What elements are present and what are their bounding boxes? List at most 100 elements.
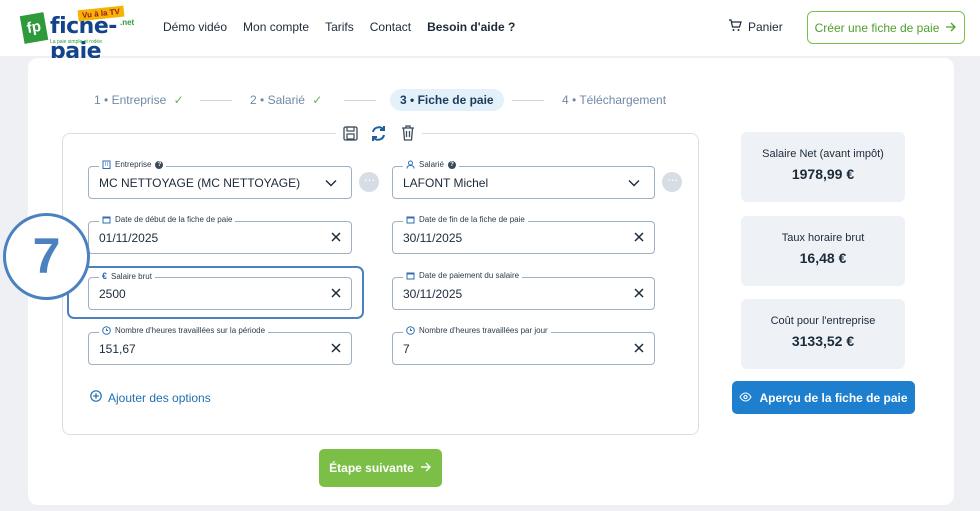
date-debut-label: Date de début de la fiche de paie — [115, 215, 233, 224]
eye-icon — [739, 391, 753, 405]
heures-periode-label: Nombre d'heures travaillées sur la pério… — [115, 326, 266, 335]
create-payslip-button[interactable]: Créer une fiche de paie — [807, 11, 965, 44]
preview-payslip-label: Aperçu de la fiche de paie — [759, 390, 908, 405]
user-icon — [406, 160, 415, 169]
salaire-brut-highlight — [67, 266, 364, 319]
clear-icon[interactable] — [329, 341, 343, 355]
summary-card-net: Salaire Net (avant impôt) 1978,99 € — [741, 132, 905, 202]
plus-circle-icon — [90, 390, 102, 405]
step-annotation-badge: 7 — [3, 213, 90, 300]
date-paiement-label: Date de paiement du salaire — [419, 271, 520, 280]
main-nav: Démo vidéo Mon compte Tarifs Contact Bes… — [163, 20, 515, 34]
entreprise-select[interactable]: Entreprise ? MC NETTOYAGE (MC NETTOYAGE) — [88, 160, 352, 199]
chevron-down-icon — [325, 180, 337, 187]
entreprise-label: Entreprise — [115, 160, 152, 169]
date-paiement-label-wrap: Date de paiement du salaire — [403, 271, 523, 280]
salarie-select[interactable]: Salarié ? LAFONT Michel — [392, 160, 655, 199]
date-debut-value: 01/11/2025 — [99, 231, 159, 245]
refresh-icon[interactable] — [370, 124, 388, 142]
step-telechargement[interactable]: 4 • Téléchargement — [562, 89, 666, 111]
heures-periode-value: 151,67 — [99, 342, 136, 356]
building-icon — [102, 160, 111, 169]
top-header: fp fiche-paie Vu à la TV .net La paie si… — [0, 0, 980, 64]
cart-link[interactable]: Panier — [728, 19, 783, 35]
salarie-label: Salarié — [419, 160, 444, 169]
check-icon: ✓ — [173, 93, 184, 107]
entreprise-value: MC NETTOYAGE (MC NETTOYAGE) — [99, 176, 301, 190]
salarie-more-button[interactable]: ··· — [662, 172, 682, 192]
calendar-icon — [406, 271, 415, 280]
step-label: Téléchargement — [579, 93, 667, 107]
clear-icon[interactable] — [632, 230, 646, 244]
add-options-link[interactable]: Ajouter des options — [90, 390, 211, 405]
trash-icon[interactable] — [399, 124, 417, 142]
step-divider — [200, 100, 232, 101]
step-fiche-de-paie[interactable]: 3 • Fiche de paie — [390, 89, 504, 111]
logo-badge: fp — [19, 12, 49, 44]
arrow-right-icon — [420, 461, 432, 475]
chevron-down-icon — [628, 180, 640, 187]
info-icon[interactable]: ? — [447, 160, 456, 169]
heures-periode-label-wrap: Nombre d'heures travaillées sur la pério… — [99, 326, 269, 335]
clear-icon[interactable] — [632, 341, 646, 355]
entreprise-label-wrap: Entreprise ? — [99, 160, 167, 169]
preview-payslip-button[interactable]: Aperçu de la fiche de paie — [732, 381, 915, 414]
check-icon: ✓ — [312, 93, 323, 107]
save-icon[interactable] — [341, 124, 359, 142]
summary-card-cout: Coût pour l'entreprise 3133,52 € — [741, 299, 905, 369]
summary-label: Taux horaire brut — [781, 232, 865, 244]
clear-icon[interactable] — [329, 230, 343, 244]
summary-card-taux: Taux horaire brut 16,48 € — [741, 216, 905, 286]
step-number: 2 • — [250, 93, 265, 107]
step-label: Fiche de paie — [417, 93, 494, 107]
progress-steps: 1 • Entreprise ✓ 2 • Salarié ✓ 3 • Fiche… — [94, 89, 694, 111]
clear-icon[interactable] — [632, 286, 646, 300]
step-number: 3 • — [400, 93, 415, 107]
date-paiement-value: 30/11/2025 — [403, 287, 463, 301]
next-step-button[interactable]: Étape suivante — [319, 449, 442, 487]
date-fin-field[interactable]: Date de fin de la fiche de paie 30/11/20… — [392, 215, 655, 254]
info-icon[interactable]: ? — [155, 160, 164, 169]
heures-jour-value: 7 — [403, 342, 410, 356]
step-divider — [344, 100, 376, 101]
create-payslip-label: Créer une fiche de paie — [814, 20, 940, 35]
clock-icon — [102, 326, 111, 335]
step-salarie[interactable]: 2 • Salarié ✓ — [250, 89, 322, 111]
arrow-right-icon — [945, 21, 957, 35]
date-debut-label-wrap: Date de début de la fiche de paie — [99, 215, 236, 224]
calendar-icon — [102, 215, 111, 224]
site-logo[interactable]: fp fiche-paie Vu à la TV .net La paie si… — [19, 5, 138, 64]
salarie-value: LAFONT Michel — [403, 176, 489, 190]
heures-periode-field[interactable]: Nombre d'heures travaillées sur la pério… — [88, 326, 352, 365]
nav-aide[interactable]: Besoin d'aide ? — [427, 20, 515, 34]
step-label: Entreprise — [111, 93, 167, 107]
nav-contact[interactable]: Contact — [370, 20, 411, 34]
step-entreprise[interactable]: 1 • Entreprise ✓ — [94, 89, 184, 111]
date-paiement-field[interactable]: Date de paiement du salaire 30/11/2025 — [392, 271, 655, 310]
logo-tagline: La paie simple et rodée — [50, 39, 102, 45]
salarie-label-wrap: Salarié ? — [403, 160, 459, 169]
form-toolbar — [336, 121, 422, 145]
summary-value: 16,48 € — [799, 250, 847, 266]
calendar-icon — [406, 215, 415, 224]
summary-label: Coût pour l'entreprise — [770, 315, 876, 327]
step-divider — [512, 100, 544, 101]
nav-tarifs[interactable]: Tarifs — [325, 20, 354, 34]
next-step-label: Étape suivante — [329, 461, 414, 475]
nav-demo-video[interactable]: Démo vidéo — [163, 20, 227, 34]
step-number: 1 • — [94, 93, 109, 107]
date-fin-label: Date de fin de la fiche de paie — [419, 215, 525, 224]
summary-label: Salaire Net (avant impôt) — [762, 148, 884, 160]
summary-value: 3133,52 € — [791, 333, 855, 349]
logo-domain: .net — [120, 18, 135, 27]
date-fin-value: 30/11/2025 — [403, 231, 463, 245]
date-debut-field[interactable]: Date de début de la fiche de paie 01/11/… — [88, 215, 352, 254]
clock-icon — [406, 326, 415, 335]
cart-label: Panier — [748, 20, 783, 34]
nav-mon-compte[interactable]: Mon compte — [243, 20, 309, 34]
entreprise-more-button[interactable]: ··· — [359, 172, 379, 192]
step-number: 4 • — [562, 93, 577, 107]
step-label: Salarié — [267, 93, 305, 107]
heures-jour-field[interactable]: Nombre d'heures travaillées par jour 7 — [392, 326, 655, 365]
add-options-label: Ajouter des options — [108, 390, 211, 405]
